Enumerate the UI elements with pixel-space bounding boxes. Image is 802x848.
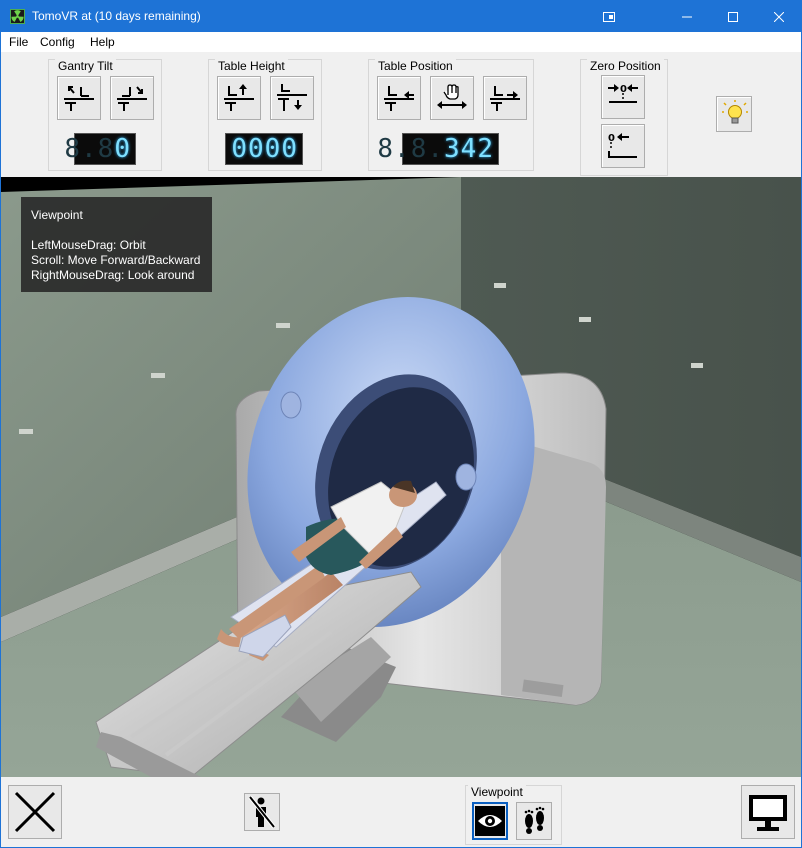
help-line-look: RightMouseDrag: Look around [31, 268, 195, 282]
gantry-tilt-left-button[interactable] [57, 76, 101, 120]
table-down-icon [277, 84, 307, 111]
zero-all-button[interactable]: 0 [601, 124, 645, 168]
viewpoint-help-overlay: Viewpoint LeftMouseDrag: Orbit Scroll: M… [21, 197, 212, 292]
gantry-tilt-value: 0 [114, 134, 131, 164]
table-drag-button[interactable] [430, 76, 474, 120]
exit-button[interactable] [8, 785, 62, 839]
table-in-button[interactable] [377, 76, 421, 120]
close-window-button[interactable] [756, 1, 802, 32]
bottom-bar: Viewpoint [1, 777, 801, 847]
zero-position-label: Zero Position [587, 59, 664, 73]
no-patient-icon [248, 795, 276, 829]
close-icon [774, 11, 784, 22]
hand-drag-icon [437, 84, 467, 109]
viewpoint-group: Viewpoint [465, 785, 562, 845]
title-bar[interactable]: TomoVR at (10 days remaining) [1, 1, 801, 32]
eye-icon [475, 806, 505, 836]
svg-text:0: 0 [608, 133, 615, 144]
maximize-icon [728, 11, 738, 22]
zero-table-position-button[interactable]: 0 [601, 75, 645, 119]
close-x-icon [14, 791, 56, 833]
zero-table-position-icon: 0 [608, 84, 638, 103]
gantry-tilt-readout-ghost: 8.8 [64, 134, 115, 164]
table-height-readout: 0000 [225, 133, 303, 165]
lighting-button[interactable] [716, 96, 752, 132]
table-height-group: Table Height 0000 [208, 59, 322, 171]
table-position-readout-ghost: 8.8. [377, 134, 445, 164]
table-up-button[interactable] [217, 76, 261, 120]
menu-help[interactable]: Help [90, 35, 115, 49]
zero-all-icon: 0 [608, 133, 637, 158]
table-out-icon [490, 86, 520, 111]
display-settings-button[interactable] [741, 785, 795, 839]
footprints-icon [524, 806, 545, 834]
app-window: TomoVR at (10 days remaining) File Confi… [0, 0, 802, 848]
svg-text:0: 0 [620, 84, 627, 95]
help-title: Viewpoint [31, 208, 83, 222]
menu-bar: File Config Help [1, 32, 801, 52]
gantry-tilt-right-button[interactable] [110, 76, 154, 120]
viewpoint-orbit-button[interactable] [472, 802, 508, 840]
lightbulb-icon [722, 100, 748, 124]
table-position-value: 342 [444, 134, 494, 164]
radiation-icon [10, 9, 25, 24]
control-toolbar: Gantry Tilt 8.8 0 Table Height 0000 Tabl… [1, 52, 801, 177]
minimize-icon [682, 16, 692, 17]
table-position-label: Table Position [375, 59, 456, 73]
viewpoint-label: Viewpoint [468, 785, 526, 799]
gantry-tilt-readout: 8.8 0 [64, 133, 136, 165]
viewpoint-walk-button[interactable] [516, 802, 552, 840]
tilt-left-icon [64, 86, 94, 111]
help-line-orbit: LeftMouseDrag: Orbit [31, 238, 146, 252]
menu-config[interactable]: Config [40, 35, 75, 49]
table-height-value: 0000 [231, 134, 298, 164]
snap-layout-button[interactable] [586, 1, 632, 32]
3d-viewport[interactable]: Viewpoint LeftMouseDrag: Orbit Scroll: M… [1, 177, 801, 777]
table-position-group: Table Position 8.8. 342 [368, 59, 534, 171]
table-up-icon [224, 84, 254, 111]
window-title: TomoVR at (10 days remaining) [32, 9, 201, 23]
minimize-button[interactable] [664, 1, 710, 32]
tilt-right-icon [117, 86, 147, 111]
table-in-icon [384, 86, 414, 111]
zero-position-group: Zero Position 0 0 [580, 59, 668, 176]
patient-toggle-button[interactable] [244, 793, 280, 831]
menu-file[interactable]: File [9, 35, 28, 49]
monitor-icon [749, 795, 787, 831]
table-out-button[interactable] [483, 76, 527, 120]
maximize-button[interactable] [710, 1, 756, 32]
table-down-button[interactable] [270, 76, 314, 120]
table-height-label: Table Height [215, 59, 288, 73]
help-line-scroll: Scroll: Move Forward/Backward [31, 253, 201, 267]
snap-icon [603, 11, 615, 22]
gantry-tilt-group: Gantry Tilt 8.8 0 [48, 59, 162, 171]
gantry-tilt-label: Gantry Tilt [55, 59, 116, 73]
table-position-readout: 8.8. 342 [377, 133, 499, 165]
